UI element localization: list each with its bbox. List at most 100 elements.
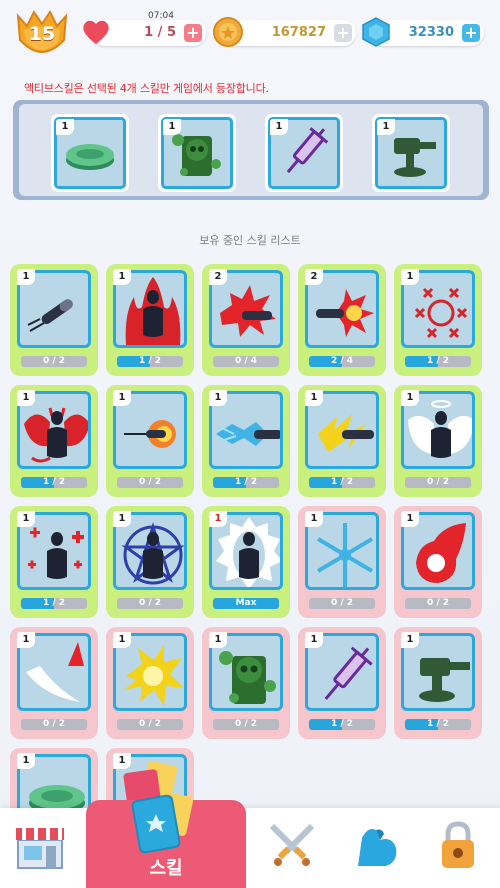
bottom-nav (0, 808, 500, 888)
skill-level: 2 (209, 269, 227, 285)
skill-progress-text: 2 / 4 (330, 356, 354, 366)
nav-shop[interactable] (0, 808, 80, 888)
skill-progress-bar: 0 / 2 (21, 719, 87, 730)
top-bar: 15 07:04 1 / 5 + 167827 + 32330 + (0, 0, 500, 66)
nav-skill-label: 스킬 (149, 858, 183, 879)
level-badge[interactable]: 15 (12, 6, 72, 62)
skill-progress-text: 1 / 2 (426, 719, 450, 729)
active-slot-face: 1 (268, 117, 340, 189)
active-slot-1[interactable]: 1 (51, 114, 129, 192)
active-skill-tray: 1 1 1 1 (19, 104, 483, 196)
skill-card[interactable]: 1 0 / 2 (298, 506, 386, 618)
skill-level: 1 (209, 632, 227, 648)
skill-card[interactable]: 1 0 / 2 (10, 264, 98, 376)
skill-card[interactable]: 1 0 / 2 (106, 627, 194, 739)
skill-progress-text: 0 / 2 (42, 356, 66, 366)
skill-card[interactable]: 1 1 / 2 (394, 627, 482, 739)
skill-level: 1 (113, 390, 131, 406)
nav-upgrade[interactable] (336, 808, 416, 888)
active-slot-face: 1 (54, 117, 126, 189)
gem-icon (362, 17, 390, 47)
active-slot-2[interactable]: 1 (158, 114, 236, 192)
skill-level: 1 (270, 119, 288, 135)
skill-card[interactable]: 1 0 / 2 (10, 627, 98, 739)
skill-card[interactable]: 1 1 / 2 (298, 385, 386, 497)
skill-progress-bar: 0 / 2 (405, 598, 471, 609)
skill-level: 1 (209, 390, 227, 406)
skill-level: 1 (56, 119, 74, 135)
lives-count: 1 / 5 (144, 25, 176, 40)
skill-level: 1 (209, 511, 227, 527)
nav-locked[interactable] (418, 808, 498, 888)
skill-level: 1 (113, 632, 131, 648)
skill-card[interactable]: 1 0 / 2 (106, 506, 194, 618)
add-lives-button[interactable]: + (184, 24, 202, 42)
active-slot-3[interactable]: 1 (265, 114, 343, 192)
lives-timer: 07:04 (148, 11, 174, 21)
skill-progress-text: 0 / 2 (138, 477, 162, 487)
skill-level: 1 (113, 269, 131, 285)
skill-progress-text: 0 / 2 (138, 598, 162, 608)
skill-progress-text: 0 / 2 (138, 719, 162, 729)
skill-progress-bar: 1 / 2 (117, 356, 183, 367)
shop-icon (16, 828, 64, 869)
skill-progress-text: 0 / 2 (426, 477, 450, 487)
skill-progress-bar: 0 / 2 (309, 598, 375, 609)
skill-level: 1 (17, 511, 35, 527)
skill-level: 1 (17, 269, 35, 285)
active-skill-panel: 1 1 1 1 (13, 100, 489, 200)
skill-level: 1 (401, 390, 419, 406)
skill-level: 1 (401, 511, 419, 527)
skill-progress-text: 1 / 2 (138, 356, 162, 366)
skill-progress-text: Max (235, 598, 257, 608)
skill-level: 1 (17, 753, 35, 769)
skill-card[interactable]: 1 1 / 2 (202, 385, 290, 497)
owned-skills-title: 보유 중인 스킬 리스트 (199, 234, 301, 247)
skill-progress-text: 1 / 2 (234, 477, 258, 487)
skill-card[interactable]: 1 1 / 2 (106, 264, 194, 376)
skill-progress-text: 0 / 2 (234, 719, 258, 729)
player-level: 15 (28, 23, 56, 45)
skill-card[interactable]: 1 0 / 2 (106, 385, 194, 497)
skill-progress-bar: Max (213, 598, 279, 609)
skill-progress-bar: 1 / 2 (309, 719, 375, 730)
skill-progress-bar: 0 / 2 (213, 719, 279, 730)
active-skill-notice: 액티브스킬은 선택된 4개 스킬만 게임에서 등장합니다. (24, 82, 269, 95)
skill-level: 1 (305, 390, 323, 406)
skill-progress-text: 1 / 2 (42, 598, 66, 608)
skill-card[interactable]: 1 Max (202, 506, 290, 618)
nav-skill[interactable]: 스킬 (86, 792, 246, 888)
skill-card[interactable]: 1 1 / 2 (298, 627, 386, 739)
active-slot-4[interactable]: 1 (372, 114, 450, 192)
skill-level: 1 (163, 119, 181, 135)
skill-progress-bar: 1 / 2 (213, 477, 279, 488)
crossed-swords-icon (269, 823, 315, 866)
skill-card[interactable]: 1 1 / 2 (10, 506, 98, 618)
skill-progress-bar: 1 / 2 (21, 598, 87, 609)
skill-card[interactable]: 1 0 / 2 (202, 627, 290, 739)
skill-progress-text: 1 / 2 (330, 477, 354, 487)
skill-progress-text: 0 / 2 (42, 719, 66, 729)
add-gold-button[interactable]: + (334, 24, 352, 42)
skill-progress-text: 0 / 2 (426, 598, 450, 608)
skill-progress-text: 1 / 2 (330, 719, 354, 729)
add-gems-button[interactable]: + (462, 24, 480, 42)
skill-progress-text: 1 / 2 (42, 477, 66, 487)
gold-coin-icon (213, 17, 243, 47)
gems-count: 32330 (408, 25, 454, 40)
skill-card[interactable]: 1 1 / 2 (10, 385, 98, 497)
skill-progress-bar: 0 / 2 (117, 719, 183, 730)
skill-card[interactable]: 2 2 / 4 (298, 264, 386, 376)
gold-count: 167827 (271, 25, 326, 40)
skill-card[interactable]: 2 0 / 4 (202, 264, 290, 376)
skill-progress-bar: 0 / 2 (117, 598, 183, 609)
skill-card[interactable]: 1 0 / 2 (394, 506, 482, 618)
skill-progress-bar: 0 / 2 (117, 477, 183, 488)
skill-level: 1 (401, 269, 419, 285)
nav-battle[interactable] (252, 808, 332, 888)
skill-level: 1 (377, 119, 395, 135)
skill-card[interactable]: 1 1 / 2 (394, 264, 482, 376)
flexed-arm-icon (358, 829, 397, 866)
skill-level: 1 (305, 511, 323, 527)
skill-card[interactable]: 1 0 / 2 (394, 385, 482, 497)
